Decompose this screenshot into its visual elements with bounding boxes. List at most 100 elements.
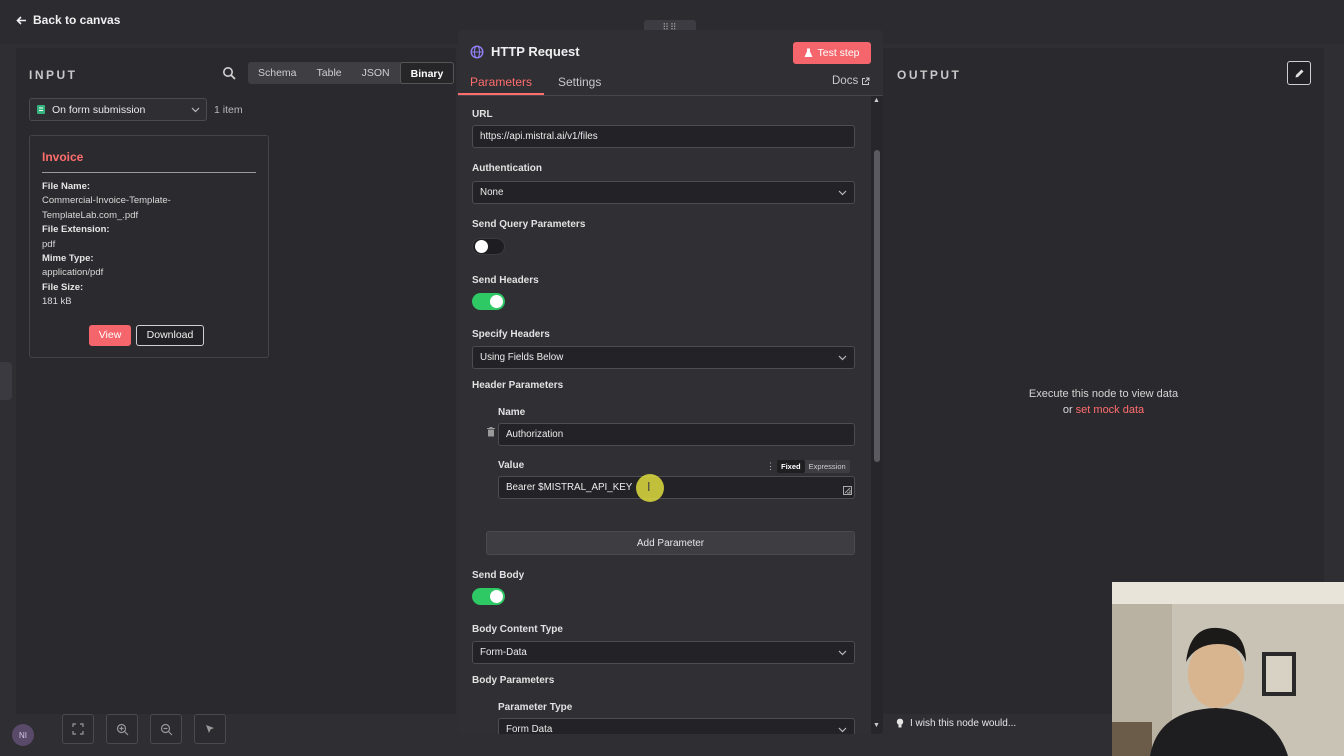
authentication-select[interactable]: None <box>472 181 855 204</box>
feedback-text: I wish this node would... <box>910 718 1017 729</box>
lightbulb-icon <box>896 718 904 728</box>
tab-table[interactable]: Table <box>307 62 352 84</box>
or-text: or <box>1062 403 1073 416</box>
docs-label: Docs <box>832 75 859 87</box>
header-value-value: Bearer $MISTRAL_API_KEY <box>506 482 633 493</box>
tab-settings[interactable]: Settings <box>558 75 601 89</box>
toggle-knob <box>490 295 503 308</box>
execute-hint: Execute this node to view data <box>1028 388 1179 400</box>
feedback-link[interactable]: I wish this node would... <box>896 718 1016 729</box>
search-icon[interactable] <box>222 66 236 80</box>
specify-headers-label: Specify Headers <box>472 329 550 340</box>
avatar[interactable]: NI <box>12 724 34 746</box>
trash-icon[interactable] <box>487 427 495 437</box>
chevron-down-icon <box>191 107 200 112</box>
input-view-tabs: Schema Table JSON Binary <box>248 62 455 84</box>
file-name-line-2: TemplateLab.com_.pdf <box>42 209 139 221</box>
cursor-arrow-icon <box>206 725 214 733</box>
chevron-down-icon <box>838 727 847 732</box>
scroll-up-arrow[interactable]: ▲ <box>873 97 880 104</box>
binary-property-title: Invoice <box>42 150 84 164</box>
back-to-canvas-button[interactable]: Back to canvas <box>16 13 120 27</box>
flask-icon <box>804 48 813 57</box>
canvas-toolbar <box>62 714 226 744</box>
external-link-icon <box>862 77 870 85</box>
chevron-down-icon <box>838 190 847 195</box>
file-name-line-1: Commercial-Invoice-Template- <box>42 195 171 207</box>
url-value: https://api.mistral.ai/v1/files <box>480 131 598 142</box>
mime-type-label: Mime Type: <box>42 253 94 265</box>
file-metadata: File Name: Commercial-Invoice-Template- … <box>42 180 262 310</box>
chevron-down-icon <box>838 650 847 655</box>
url-label: URL <box>472 109 493 120</box>
output-title: OUTPUT <box>897 68 962 82</box>
input-node-select[interactable]: On form submission <box>29 98 207 121</box>
zoom-in-button[interactable] <box>106 714 138 744</box>
file-size-label: File Size: <box>42 281 84 293</box>
scroll-down-arrow[interactable]: ▼ <box>873 722 880 729</box>
send-headers-toggle[interactable] <box>472 293 505 310</box>
modal-title-text: HTTP Request <box>491 44 580 59</box>
docs-link[interactable]: Docs <box>832 75 870 87</box>
toggle-knob <box>475 240 488 253</box>
edit-output-button[interactable] <box>1287 61 1311 85</box>
url-input[interactable]: https://api.mistral.ai/v1/files <box>472 125 855 148</box>
send-query-label: Send Query Parameters <box>472 219 586 230</box>
chevron-down-icon <box>838 355 847 360</box>
text-cursor-icon: I <box>647 480 651 494</box>
header-parameters-label: Header Parameters <box>472 380 564 391</box>
modal-title: HTTP Request <box>470 44 580 59</box>
view-file-button[interactable]: View <box>89 325 131 346</box>
scrollbar-thumb[interactable] <box>874 150 880 462</box>
more-options-icon[interactable]: ⋮ <box>766 461 775 472</box>
header-name-input[interactable]: Authorization <box>498 423 855 446</box>
test-step-label: Test step <box>817 47 860 59</box>
modal-tabs: Parameters Settings <box>458 70 883 96</box>
send-body-toggle[interactable] <box>472 588 505 605</box>
header-name-label: Name <box>498 407 526 418</box>
items-count: 1 item <box>214 104 243 116</box>
test-step-button[interactable]: Test step <box>793 42 871 64</box>
globe-icon <box>470 44 484 59</box>
webcam-overlay <box>1112 582 1344 756</box>
zoom-in-icon <box>116 723 128 735</box>
file-size-value: 181 kB <box>42 296 72 308</box>
presenter-video-frame <box>1112 582 1344 756</box>
node-settings-modal: HTTP Request Test step Parameters Settin… <box>458 30 883 734</box>
fixed-expression-switch: Fixed Expression <box>777 460 850 473</box>
zoom-out-icon <box>160 723 172 735</box>
header-name-value: Authorization <box>506 429 564 440</box>
expand-editor-icon[interactable] <box>843 486 852 495</box>
pencil-icon <box>1295 69 1303 77</box>
parameter-type-select[interactable]: Form Data <box>498 718 855 734</box>
download-file-button[interactable]: Download <box>136 325 204 346</box>
fit-view-icon <box>72 723 84 735</box>
tab-json[interactable]: JSON <box>352 62 400 84</box>
arrow-left-icon <box>16 15 26 25</box>
set-mock-data-link[interactable]: set mock data <box>1076 404 1144 416</box>
mode-expression[interactable]: Expression <box>805 460 850 473</box>
tab-schema[interactable]: Schema <box>248 62 307 84</box>
tidy-up-button[interactable] <box>194 714 226 744</box>
zoom-out-button[interactable] <box>150 714 182 744</box>
mode-fixed[interactable]: Fixed <box>777 460 805 473</box>
fit-view-button[interactable] <box>62 714 94 744</box>
header-value-input[interactable]: Bearer $MISTRAL_API_KEY <box>498 476 855 499</box>
file-extension-value: pdf <box>42 238 56 250</box>
send-query-toggle[interactable] <box>472 238 505 255</box>
specify-headers-select[interactable]: Using Fields Below <box>472 346 855 369</box>
tab-binary[interactable]: Binary <box>399 62 455 84</box>
parameter-type-value: Form Data <box>506 724 553 734</box>
card-divider <box>42 172 256 173</box>
header-value-label: Value <box>498 460 525 471</box>
send-body-label: Send Body <box>472 570 525 581</box>
body-content-type-select[interactable]: Form-Data <box>472 641 855 664</box>
add-parameter-button[interactable]: Add Parameter <box>486 531 855 555</box>
active-tab-underline <box>458 93 544 95</box>
input-pane: INPUT Schema Table JSON Binary On form s… <box>16 48 456 714</box>
node-select-value: On form submission <box>52 103 146 116</box>
toggle-knob <box>490 590 503 603</box>
side-edge-tab[interactable] <box>0 362 12 400</box>
tab-parameters[interactable]: Parameters <box>470 75 532 89</box>
body-content-type-label: Body Content Type <box>472 624 563 635</box>
